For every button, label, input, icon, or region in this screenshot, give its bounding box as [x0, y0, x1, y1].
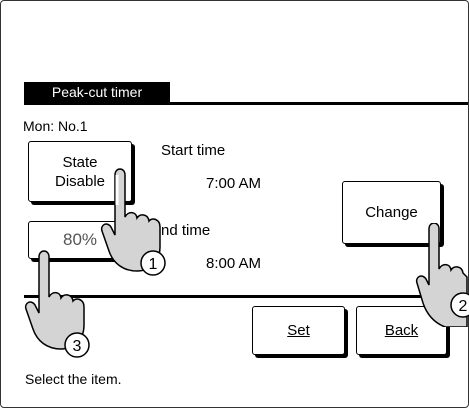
start-time-label: Start time [161, 142, 226, 159]
callout-3: 3 [73, 338, 82, 355]
change-button-label: Change [365, 204, 418, 221]
status-message: Select the item. [25, 371, 122, 387]
set-button[interactable]: Set [252, 306, 345, 355]
pointing-hand-icon: 1 [100, 168, 166, 276]
set-button-label: Set [287, 322, 310, 339]
start-time-value: 7:00 AM [206, 175, 262, 192]
pointing-hand-icon: 3 [24, 250, 90, 358]
pointing-hand-icon: 2 [415, 223, 469, 327]
callout-2: 2 [459, 298, 468, 315]
callout-1: 1 [149, 256, 158, 273]
percent-button-label: 80% [62, 230, 98, 249]
page-title: Peak-cut timer [24, 82, 170, 102]
back-button-label: Back [384, 322, 419, 339]
day-label: Mon: No.1 [23, 118, 88, 134]
end-time-value: 8:00 AM [206, 255, 262, 272]
header-divider [24, 102, 468, 105]
state-button-label: State [62, 153, 98, 171]
screen: Peak-cut timer Mon: No.1 State Disable 8… [0, 0, 469, 408]
